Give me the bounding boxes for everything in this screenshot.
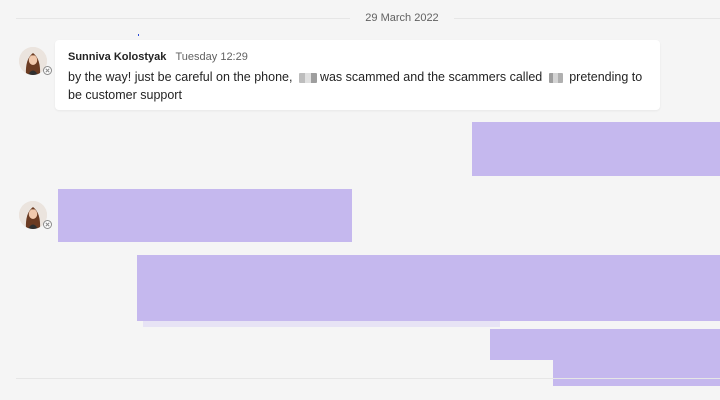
redacted-message-block <box>472 122 720 176</box>
message-sender[interactable]: Sunniva Kolostyak <box>68 51 166 63</box>
message-bubble[interactable]: Sunniva Kolostyak Tuesday 12:29 by the w… <box>55 40 660 110</box>
redacted-message-block <box>137 255 720 321</box>
redacted-image-icon <box>548 72 563 83</box>
redacted-image-icon <box>298 72 317 83</box>
message-header: Sunniva Kolostyak Tuesday 12:29 <box>68 51 248 64</box>
avatar[interactable] <box>19 201 52 229</box>
message-text-part1: by the way! just be careful on the phone… <box>68 70 293 84</box>
cursor-dot <box>138 34 139 36</box>
redacted-message-block <box>58 189 352 242</box>
message-text: by the way! just be careful on the phone… <box>68 68 648 104</box>
message-timestamp: Tuesday 12:29 <box>175 51 248 63</box>
presence-offline-icon <box>43 66 52 75</box>
avatar[interactable] <box>19 47 52 75</box>
message-shadow <box>143 320 500 327</box>
redacted-message-block <box>490 329 720 360</box>
compose-divider <box>16 378 720 379</box>
redacted-message-block <box>553 358 720 386</box>
message-text-part2: was scammed and the scammers called <box>319 70 543 84</box>
date-separator-label: 29 March 2022 <box>350 11 454 25</box>
presence-offline-icon <box>43 220 52 229</box>
